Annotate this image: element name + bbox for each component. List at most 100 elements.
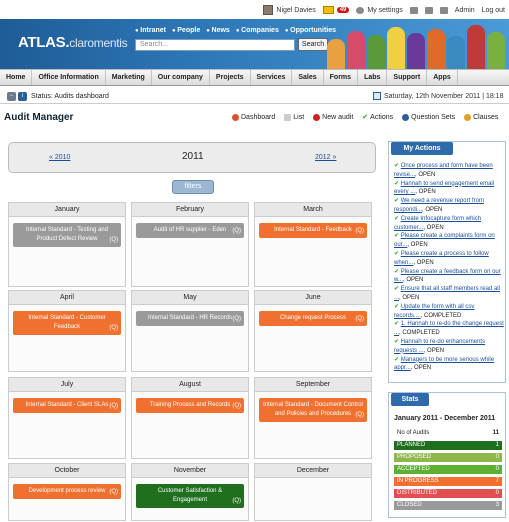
mail-icon [322,6,334,14]
nav-office-information[interactable]: Office Information [32,70,106,85]
my-actions-title: My Actions [391,142,453,155]
month-header: February [132,203,248,217]
search-input[interactable]: Search... [135,39,295,51]
audit-item[interactable]: Internal Standard - HR Records (Q) [136,311,244,326]
toolbar-actions[interactable]: ✔ Actions [362,113,393,122]
next-year-link[interactable]: 2012 » [315,154,336,161]
radio-intranet[interactable]: Intranet [135,27,166,34]
month-header: November [132,464,248,478]
print-icon[interactable] [409,6,418,14]
check-icon: ✔ [394,198,401,205]
previous-year-link[interactable]: « 2010 [49,154,70,161]
month-january: January Internal Standard - Testing and P… [8,202,126,287]
action-link[interactable]: Please create a process to follow when..… [394,251,489,266]
toolbar-new-audit[interactable]: New audit [313,113,353,121]
audit-item[interactable]: Internal Standard - Client SLAs (Q) [13,398,121,413]
messages[interactable]: 49 [322,6,350,14]
action-link[interactable]: Managers to be more serious while appr..… [394,357,494,372]
audit-item[interactable]: Change request Process (Q) [259,311,367,326]
stats-panel: Stats January 2011 - December 2011 No of… [388,392,506,518]
logout-link[interactable]: Log out [482,7,505,14]
check-icon: ✔ [394,321,401,328]
check-icon: ✔ [394,180,401,187]
toolbar-question-sets[interactable]: Question Sets [402,113,455,121]
month-may: May Internal Standard - HR Records (Q) [131,290,249,372]
nav-forms[interactable]: Forms [324,70,359,85]
check-icon: ✔ [394,286,401,293]
action-status: , OPEN [422,206,443,213]
nav-apps[interactable]: Apps [427,70,458,85]
check-icon: ✔ [394,215,401,222]
nav-our-company[interactable]: Our company [152,70,210,85]
audit-item[interactable]: Internal Standard - Feedback (Q) [259,223,367,238]
pencil-icon[interactable] [424,6,433,14]
action-status: , COMPLETED [420,312,462,319]
nav-projects[interactable]: Projects [210,70,251,85]
month-header: May [132,291,248,305]
audit-toolbar: Dashboard List New audit ✔ Actions Questi… [232,113,498,121]
action-item: ✔ Update the form with all csv records..… [394,303,504,321]
radio-people[interactable]: People [172,27,200,34]
atlas-logo[interactable]: ATLAS.claromentis [18,34,128,51]
search-scope-radios[interactable]: Intranet People News Companies Opportuni… [135,27,336,34]
minus-icon[interactable]: − [7,92,16,101]
toolbar-dashboard[interactable]: Dashboard [232,113,275,121]
list-icon [284,113,292,121]
audit-item[interactable]: Internal Standard - Document Control and… [259,398,367,422]
action-status: , OPEN [403,277,424,284]
stats-row-proposed: PROPOSED 0 [394,453,502,462]
status-bar: − i Status: Audits dashboard Saturday, 1… [0,90,509,104]
stats-row-planned: PLANNED 1 [394,441,502,450]
nav-sales[interactable]: Sales [292,70,324,85]
dashboard-icon [232,113,239,121]
settings-link[interactable]: My settings [356,6,403,14]
audit-item[interactable]: Development process review (Q) [13,484,121,499]
month-header: December [255,464,371,478]
month-header: September [255,378,371,392]
audit-item[interactable]: Training Process and Records (Q) [136,398,244,413]
check-icon: ✔ [394,338,401,345]
audit-item[interactable]: Audit of HR supplier - Eden (Q) [136,223,244,238]
toolbar-clauses[interactable]: Clauses [464,113,498,121]
action-list: ✔ Once process and form have been revise… [394,162,504,373]
action-link[interactable]: Hannah to send engagement email every ..… [394,181,494,196]
audit-item[interactable]: Internal Standard - Testing and Product … [13,223,121,247]
nav-marketing[interactable]: Marketing [106,70,152,85]
top-bar: Nigel Davies 49 My settings Admin Log ou… [0,0,509,20]
action-item: ✔ Please create a process to follow when… [394,250,504,268]
audit-item[interactable]: Internal Standard - Customer Feedback (Q) [13,311,121,335]
user-menu[interactable]: Nigel Davies [263,5,316,15]
page-title: Audit Manager [4,112,74,123]
action-status: , OPEN [423,224,444,231]
action-status: , OPEN [407,242,428,249]
audit-item[interactable]: Customer Satisfaction & Engagement (Q) [136,484,244,508]
month-november: November Customer Satisfaction & Engageme… [131,463,249,521]
check-icon: ✔ [394,250,401,257]
calendar-icon [373,92,381,100]
radio-news[interactable]: News [206,27,230,34]
month-september: September Internal Standard - Document Co… [254,377,372,459]
admin-link[interactable]: Admin [455,7,475,14]
filters-button[interactable]: filters [172,180,214,194]
month-header: October [9,464,125,478]
action-item: ✔ Create Infocapture form which customer… [394,215,504,233]
month-header: March [255,203,371,217]
nav-services[interactable]: Services [251,70,293,85]
document-icon[interactable] [439,6,448,14]
action-link[interactable]: Once process and form have been revise..… [394,163,493,178]
month-header: July [9,378,125,392]
radio-companies[interactable]: Companies [236,27,279,34]
info-icon[interactable]: i [18,92,27,101]
month-december: December [254,463,372,521]
nav-support[interactable]: Support [387,70,428,85]
current-year: 2011 [182,151,204,162]
action-status: , OPEN [399,294,420,301]
check-icon: ✔ [394,233,401,240]
nav-home[interactable]: Home [0,70,33,85]
toolbar-list[interactable]: List [284,113,304,121]
nav-labs[interactable]: Labs [358,70,388,85]
month-july: July Internal Standard - Client SLAs (Q) [8,377,126,459]
check-icon: ✔ [362,114,369,121]
year-navigator: « 2010 2011 2012 » [8,142,376,173]
month-april: April Internal Standard - Customer Feedba… [8,290,126,372]
